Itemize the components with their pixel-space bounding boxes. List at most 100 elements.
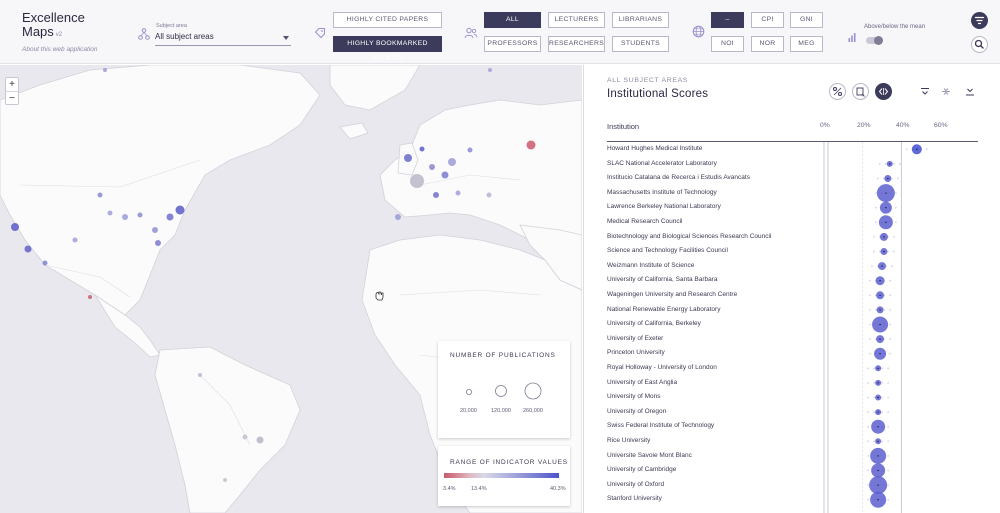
indicator-none-button[interactable]: – [711,12,744,28]
globe-icon [692,25,705,38]
map-marker [11,223,19,231]
distribution-dot [905,148,908,151]
distribution-dot [887,367,890,370]
world-map[interactable]: + − Number of publications 20,000 120,00… [0,65,582,513]
map-marker [419,146,425,152]
mean-toggle-switch[interactable] [866,36,883,45]
institution-row[interactable]: University of Oxford [607,478,797,493]
subject-area-select[interactable]: All subject areas [155,32,291,46]
app-version: v2 [55,32,63,38]
distribution-dot [873,382,876,384]
audience-professors-button[interactable]: Professors [484,36,541,52]
indicator-noi-button[interactable]: NOI [711,36,744,52]
map-marker [486,192,492,198]
highly-cited-papers-button[interactable]: Highly cited papers [333,12,442,28]
institution-row[interactable]: Biotechnology and Biological Sciences Re… [607,230,797,245]
institution-row[interactable]: Swiss Federal Institute of Technology [607,419,797,434]
distribution-dot [867,484,870,486]
institution-row[interactable]: Weizmann Institute of Science [607,259,797,274]
distribution-dot [873,236,875,238]
zoom-out-button[interactable]: − [6,91,18,104]
map-marker [448,158,456,166]
institution-row[interactable]: Science and Technology Facilities Counci… [607,244,797,259]
map-zoom-control: + − [5,77,19,105]
institution-row[interactable]: Howard Hughes Medical Institute [607,142,797,157]
distribution-dot [925,148,928,151]
highly-bookmarked-papers-button[interactable]: Highly bookmarked papers [333,36,442,61]
range-min-label: 3.4% [443,486,456,492]
distribution-dot [869,338,871,340]
distribution-dot [873,396,876,399]
institution-row[interactable]: SLAC National Accelerator Laboratory [607,157,797,172]
map-marker [404,154,412,162]
institution-row[interactable]: Massachusetts Institute of Technology [607,186,797,201]
institution-row[interactable]: Lawrence Berkeley National Laboratory [607,200,797,215]
audience-lecturers-button[interactable]: Lecturers [548,12,605,28]
map-marker [256,436,264,444]
filter-button[interactable] [971,12,988,29]
audience-librarians-button[interactable]: Librarians [612,12,669,28]
search-icon [974,39,984,49]
indicator-cpi-button[interactable]: CPI [751,12,784,28]
distribution-dot [896,177,899,180]
map-marker [97,192,103,198]
distribution-dot [889,309,891,311]
distribution-dot [867,498,870,501]
institution-row[interactable]: Princeton University [607,346,797,361]
indicator-nor-button[interactable]: NOR [751,36,784,52]
app-title-line2: Maps [22,24,54,39]
institution-row[interactable]: Institucio Catalana de Recerca i Estudis… [607,171,797,186]
publication-size-legend: Number of publications 20,000 120,000 26… [438,341,570,438]
audience-researchers-button[interactable]: Researchers [548,36,605,52]
land-iceland [339,122,369,140]
indicator-gni-button[interactable]: GNI [790,12,823,28]
bookmark-tag-icon [314,26,326,39]
audience-all-button[interactable]: All [484,12,541,28]
subject-area-label: Subject area [156,23,187,29]
distribution-dot [881,367,884,370]
map-marker [441,171,449,179]
search-button[interactable] [971,36,988,53]
audience-students-button[interactable]: Students [612,36,669,52]
distribution-dot [878,163,881,165]
map-marker [526,140,536,150]
size-legend-value: 120,000 [491,408,511,414]
map-marker [223,478,227,482]
indicator-meg-button[interactable]: MEG [790,36,823,52]
institution-row[interactable]: Universite Savoie Mont Blanc [607,449,797,464]
land-greenland [329,65,421,111]
subject-area-value: All subject areas [155,32,214,41]
distribution-dot [867,455,870,457]
size-legend-circles [465,382,542,400]
institution-row[interactable]: University of Exeter [607,332,797,347]
distribution-dot [887,382,890,384]
distribution-dot [894,206,897,209]
institution-row[interactable]: Wageningen University and Research Centr… [607,288,797,303]
institution-row[interactable]: University of Oregon [607,405,797,420]
zoom-in-button[interactable]: + [6,78,18,91]
size-legend-value: 20,000 [460,408,477,414]
map-marker [429,164,435,170]
institution-row[interactable]: University of Mons [607,390,797,405]
distribution-dot [869,323,871,326]
institution-row[interactable]: University of East Anglia [607,376,797,391]
size-legend-value: 260,000 [523,408,543,414]
institution-row[interactable]: National Renewable Energy Laboratory [607,303,797,318]
institution-row[interactable]: Medical Research Council [607,215,797,230]
indicator-range-legend: Range of indicator values 3.4% 13.4% 40.… [438,446,570,506]
chevron-down-icon [283,36,289,40]
institution-row[interactable]: University of California, Santa Barbara [607,273,797,288]
institution-row[interactable]: Royal Holloway - University of London [607,361,797,376]
distribution-dot [867,469,870,472]
institution-row[interactable]: University of Cambridge [607,463,797,478]
about-link[interactable]: About this web application [22,46,98,53]
institution-row[interactable]: Rice University [607,434,797,449]
map-marker [410,174,424,188]
institution-row[interactable]: Stanford University [607,492,797,507]
app: Excellence Maps v2 About this web applica… [0,0,1000,513]
distribution-dot [871,265,873,267]
range-max-label: 40.3% [550,486,566,492]
app-title-line1: Excellence [22,10,85,25]
institution-row[interactable]: University of California, Berkeley [607,317,797,332]
distribution-dot [887,411,890,413]
